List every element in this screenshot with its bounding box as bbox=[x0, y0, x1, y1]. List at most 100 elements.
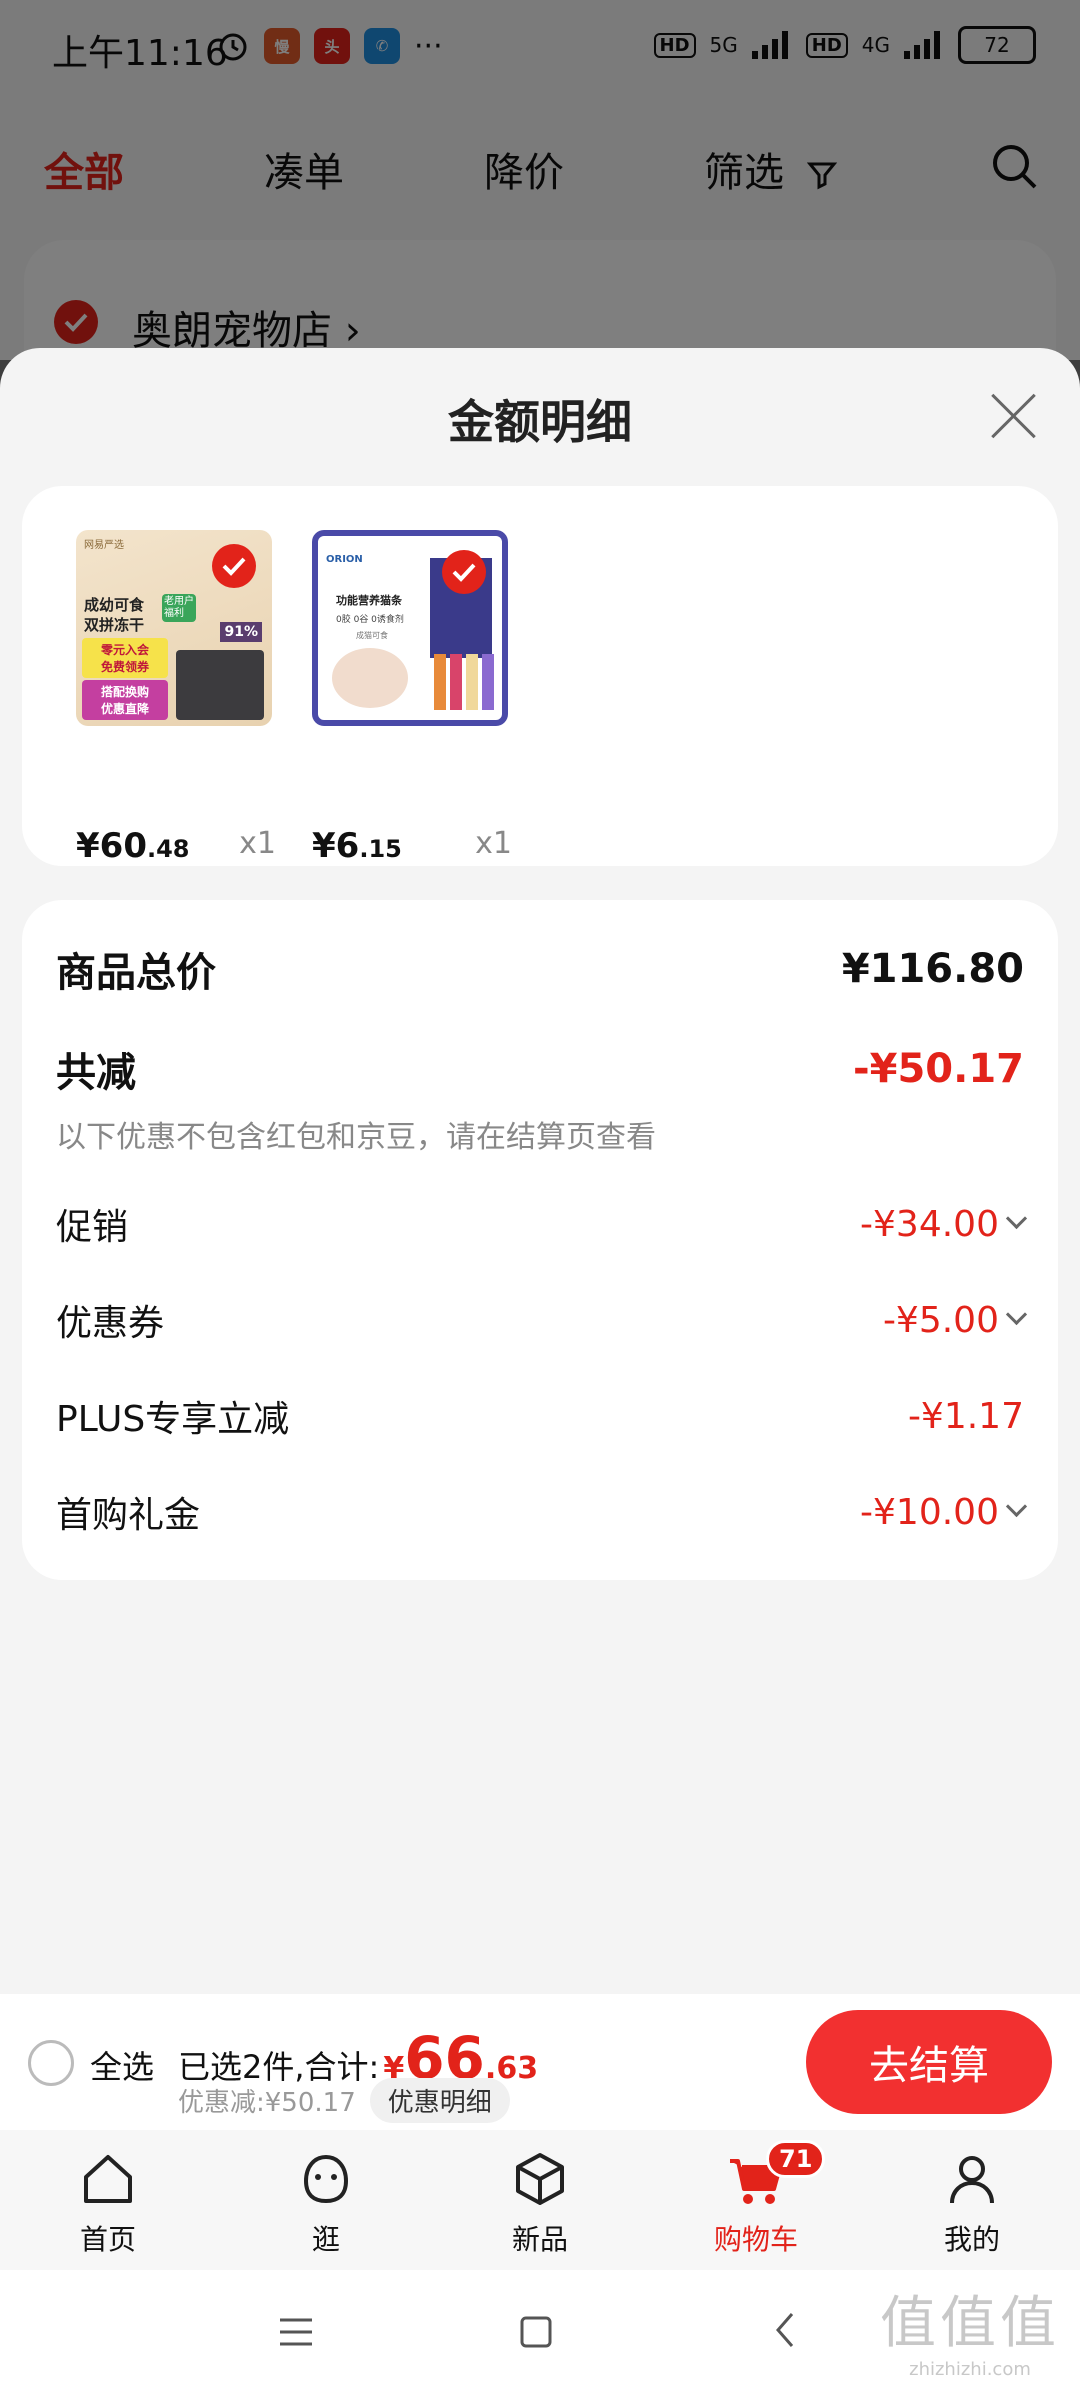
promo-text-1: 零元入会 bbox=[100, 643, 149, 657]
product-title-3: 成猫可食 bbox=[356, 631, 388, 640]
nav-label: 首页 bbox=[79, 2223, 136, 2256]
alarm-icon bbox=[219, 33, 247, 61]
product-item[interactable]: 网易严选 成幼可食 双拼冻干 老用户福利 91% 零元入会 免费领券 搭配换购 … bbox=[76, 530, 276, 866]
product-bag-shape bbox=[176, 650, 264, 720]
status-bar: 上午11:16 慢 头 ✆ ··· HD 5G HD 4G 72 bbox=[0, 0, 1080, 100]
product-price-row: ¥60 .48 x1 bbox=[76, 826, 276, 866]
filter-tabs: 全部 凑单 降价 筛选 bbox=[0, 120, 1080, 220]
product-brand: ORION bbox=[326, 554, 363, 565]
nav-label: 购物车 bbox=[713, 2223, 798, 2256]
discount-value: -¥5.00 bbox=[882, 1299, 999, 1341]
select-all-radio[interactable] bbox=[28, 2040, 74, 2086]
sheet-title: 金额明细 bbox=[448, 395, 632, 449]
status-app-icons: 慢 头 ✆ ··· bbox=[216, 28, 443, 64]
product-price-int: ¥6 bbox=[312, 826, 360, 866]
checkout-button[interactable]: 去结算 bbox=[806, 2010, 1052, 2114]
cube-icon bbox=[470, 2144, 610, 2214]
product-stick-shape bbox=[434, 654, 446, 710]
chevron-down-icon bbox=[1005, 1207, 1028, 1229]
product-stick-shape bbox=[450, 654, 462, 710]
discount-detail-button[interactable]: 优惠明细 bbox=[369, 2078, 510, 2123]
tab-price-drop[interactable]: 降价 bbox=[484, 140, 564, 198]
close-icon[interactable] bbox=[988, 390, 1038, 440]
product-check-icon[interactable] bbox=[212, 544, 256, 588]
store-check-icon[interactable] bbox=[54, 300, 98, 344]
product-brand: 网易严选 bbox=[84, 540, 124, 551]
product-title-2: 0胶 0谷 0诱食剂 bbox=[336, 615, 404, 625]
product-image-cattreat: ORION 功能营养猫条 0胶 0谷 0诱食剂 成猫可食 bbox=[312, 530, 508, 726]
product-stick-shape bbox=[482, 654, 494, 710]
nav-label: 新品 bbox=[511, 2223, 568, 2256]
filter-icon bbox=[806, 162, 837, 190]
search-icon[interactable] bbox=[990, 142, 1040, 192]
nav-label: 逛 bbox=[311, 2223, 340, 2256]
select-all-label[interactable]: 全选 bbox=[90, 2042, 154, 2088]
product-check-icon[interactable] bbox=[442, 550, 486, 594]
signal-4g-label: 4G bbox=[861, 33, 890, 57]
amount-detail-sheet: 金额明细 网易严选 成幼可食 双拼冻干 老用户福利 91% 零元入会 免费领券 … bbox=[0, 348, 1080, 1994]
bottom-nav: 首页 逛 新品 71 购物车 我的 bbox=[0, 2130, 1080, 2270]
tab-filter-label: 筛选 bbox=[704, 150, 784, 196]
signal-bars-icon bbox=[904, 31, 940, 59]
discount-row-promotion[interactable]: 促销 -¥34.00 bbox=[56, 1198, 1028, 1250]
promo-box-1: 零元入会 免费领券 bbox=[82, 638, 168, 678]
telecom-app-icon: ✆ bbox=[364, 28, 400, 64]
product-bowl-shape bbox=[332, 648, 408, 708]
reduction-label: 共减 bbox=[56, 1050, 136, 1096]
total-row: 商品总价 ¥116.80 bbox=[56, 940, 1024, 998]
status-time: 上午11:16 bbox=[52, 33, 228, 74]
nav-new[interactable]: 新品 bbox=[470, 2144, 610, 2258]
chevron-down-icon bbox=[1005, 1495, 1028, 1517]
product-stat: 91% bbox=[220, 622, 262, 642]
home-square-icon[interactable] bbox=[518, 2314, 554, 2350]
signal-bars-icon bbox=[751, 31, 788, 59]
home-icon bbox=[38, 2144, 178, 2214]
reduction-value: -¥50.17 bbox=[853, 1046, 1024, 1092]
promo-text-4: 优惠直降 bbox=[100, 702, 149, 716]
nav-home[interactable]: 首页 bbox=[38, 2144, 178, 2258]
product-title-1: 功能营养猫条 bbox=[336, 594, 402, 607]
tab-all[interactable]: 全部 bbox=[44, 140, 124, 198]
discount-line: 优惠减:¥50.17 优惠明细 bbox=[178, 2078, 510, 2123]
tab-bundle[interactable]: 凑单 bbox=[264, 140, 344, 198]
total-label: 商品总价 bbox=[56, 950, 216, 996]
promo-box-2: 搭配换购 优惠直降 bbox=[82, 680, 168, 720]
battery-level: 72 bbox=[984, 33, 1010, 57]
watermark: 值值值 zhizhizhi.com bbox=[880, 2278, 1060, 2380]
nav-browse[interactable]: 逛 bbox=[256, 2144, 396, 2258]
discount-label: 优惠券 bbox=[56, 1303, 165, 1344]
watermark-text: 值值值 bbox=[880, 2291, 1060, 2356]
discount-value: -¥10.00 bbox=[860, 1491, 999, 1533]
discount-value: -¥1.17 bbox=[907, 1395, 1024, 1437]
reduction-note: 以下优惠不包含红包和京豆，请在结算页查看 bbox=[56, 1120, 656, 1155]
product-price-row: ¥6 .15 x1 bbox=[312, 826, 512, 866]
discount-row-first-purchase[interactable]: 首购礼金 -¥10.00 bbox=[56, 1486, 1028, 1538]
user-icon bbox=[902, 2144, 1042, 2214]
discount-label: PLUS专享立减 bbox=[56, 1399, 290, 1440]
product-quantity: x1 bbox=[239, 826, 276, 861]
nav-cart[interactable]: 71 购物车 bbox=[686, 2140, 826, 2258]
menu-icon[interactable] bbox=[276, 2314, 316, 2350]
product-price-frac: .48 bbox=[146, 835, 190, 863]
system-nav-bar: 值值值 zhizhizhi.com bbox=[0, 2270, 1080, 2400]
nav-label: 我的 bbox=[943, 2223, 1000, 2256]
product-tag: 老用户福利 bbox=[162, 594, 196, 622]
tab-filter[interactable]: 筛选 bbox=[704, 140, 837, 198]
hd-badge: HD bbox=[653, 32, 696, 58]
discount-value-wrap: -¥5.00 bbox=[882, 1299, 1028, 1341]
product-item[interactable]: ORION 功能营养猫条 0胶 0谷 0诱食剂 成猫可食 ¥6 .15 x1 bbox=[312, 530, 512, 866]
discount-value-wrap: -¥10.00 bbox=[860, 1491, 1028, 1533]
promo-text-2: 免费领券 bbox=[100, 660, 149, 674]
nav-me[interactable]: 我的 bbox=[902, 2144, 1042, 2258]
back-icon[interactable] bbox=[770, 2310, 800, 2350]
discount-label: 首购礼金 bbox=[56, 1495, 201, 1536]
reduction-row: 共减 -¥50.17 bbox=[56, 1040, 1024, 1098]
battery-icon: 72 bbox=[958, 26, 1036, 64]
product-price-frac: .15 bbox=[359, 835, 402, 863]
product-image-catfood: 网易严选 成幼可食 双拼冻干 老用户福利 91% 零元入会 免费领券 搭配换购 … bbox=[76, 530, 272, 726]
discount-row-coupon[interactable]: 优惠券 -¥5.00 bbox=[56, 1294, 1028, 1346]
discount-text: 优惠减:¥50.17 bbox=[178, 2088, 356, 2118]
chevron-down-icon bbox=[1005, 1303, 1028, 1325]
discount-value-wrap: -¥34.00 bbox=[860, 1204, 1028, 1245]
product-price-int: ¥60 bbox=[76, 826, 147, 866]
